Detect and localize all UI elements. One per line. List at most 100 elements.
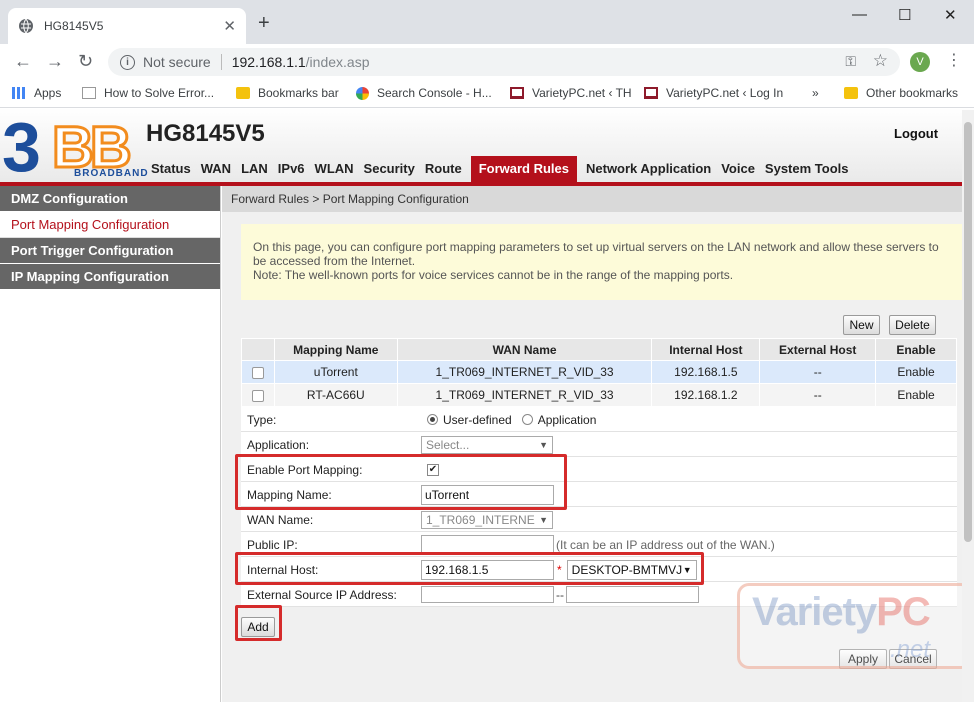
notice-note: Note: The well-known ports for voice ser…	[253, 268, 734, 282]
varietypc-watermark: VarietyPC .net	[737, 583, 973, 669]
cell-enable: Enable	[875, 383, 957, 407]
page-scrollbar[interactable]	[962, 110, 974, 702]
external-source-label: External Source IP Address:	[247, 588, 397, 602]
external-source-start-input[interactable]	[421, 586, 554, 603]
nav-forward-rules[interactable]: Forward Rules	[470, 156, 577, 182]
nav-lan[interactable]: LAN	[236, 156, 273, 182]
bookmark-other[interactable]: Other bookmarks	[844, 86, 958, 100]
wan-name-field: 1_TR069_INTERNE ▼	[421, 509, 553, 530]
table-row[interactable]: uTorrent 1_TR069_INTERNET_R_VID_33 192.1…	[241, 360, 957, 384]
address-bar[interactable]: i Not secure 192.168.1.1/index.asp ⚿ ☆	[108, 48, 900, 76]
row-checkbox[interactable]	[251, 389, 264, 402]
url-path: /index.asp	[305, 54, 370, 70]
reload-icon[interactable]: ↻	[78, 51, 93, 71]
application-select[interactable]: Select... ▼	[421, 435, 553, 454]
radio-application[interactable]	[521, 414, 533, 425]
tab-title: HG8145V5	[44, 19, 104, 33]
bookmark-how-to-solve[interactable]: How to Solve Error...	[82, 86, 214, 100]
info-icon[interactable]: i	[120, 54, 135, 70]
sidebar-item-port-trigger[interactable]: Port Trigger Configuration	[0, 238, 220, 264]
external-source-end-input[interactable]	[566, 586, 699, 603]
minimize-icon[interactable]: —	[852, 6, 867, 23]
window-close-icon[interactable]: ✕	[944, 6, 957, 24]
nav-security[interactable]: Security	[359, 156, 420, 182]
google-icon	[356, 86, 369, 100]
sidebar-item-dmz[interactable]: DMZ Configuration	[0, 186, 220, 212]
row-checkbox[interactable]	[251, 366, 264, 379]
sidebar-item-port-mapping[interactable]: Port Mapping Configuration	[0, 212, 220, 238]
wan-name-select[interactable]: 1_TR069_INTERNE ▼	[421, 510, 553, 529]
external-source-field: --	[421, 584, 699, 605]
delete-button[interactable]: Delete	[889, 315, 936, 335]
browser-tab[interactable]: HG8145V5 ✕	[8, 8, 246, 44]
cell-external-host: --	[759, 360, 877, 384]
enable-field: ✔	[427, 459, 439, 480]
sidebar-item-ip-mapping[interactable]: IP Mapping Configuration	[0, 264, 220, 290]
watermark-pc: PC	[876, 590, 931, 634]
col-header-external-host: External Host	[759, 338, 877, 361]
bookmark-search-console[interactable]: Search Console - H...	[356, 86, 492, 100]
folder-icon	[844, 87, 858, 99]
profile-avatar[interactable]: V	[910, 52, 930, 72]
wan-name-label: WAN Name:	[247, 513, 314, 527]
nav-route[interactable]: Route	[420, 156, 467, 182]
watermark-net: .net	[890, 636, 931, 663]
key-icon[interactable]: ⚿	[845, 53, 856, 70]
nav-network-application[interactable]: Network Application	[581, 156, 716, 182]
bookmark-label: VarietyPC.net ‹ TH	[532, 86, 632, 100]
nav-status[interactable]: Status	[146, 156, 196, 182]
scrollbar-thumb[interactable]	[964, 122, 972, 542]
table-header-row: Mapping Name WAN Name Internal Host Exte…	[241, 338, 957, 361]
new-button[interactable]: New	[843, 315, 880, 335]
apps-grid-icon	[12, 87, 26, 99]
new-tab-button[interactable]: +	[258, 13, 270, 33]
application-label: Application:	[247, 438, 310, 452]
table-row[interactable]: RT-AC66U 1_TR069_INTERNET_R_VID_33 192.1…	[241, 383, 957, 407]
maximize-icon[interactable]: ☐	[898, 6, 911, 24]
cell-wan-name: 1_TR069_INTERNET_R_VID_33	[396, 383, 653, 407]
main-navigation: Status WAN LAN IPv6 WLAN Security Route …	[146, 156, 853, 182]
omnibox-separator	[220, 54, 222, 70]
security-label: Not secure	[143, 54, 211, 70]
breadcrumb: Forward Rules > Port Mapping Configurati…	[222, 186, 974, 212]
bookmark-bookmarks-bar[interactable]: Bookmarks bar	[236, 86, 339, 100]
radio-user-defined[interactable]	[427, 414, 438, 425]
internal-host-input[interactable]: 192.168.1.5	[421, 559, 554, 580]
enable-port-mapping-checkbox[interactable]: ✔	[427, 463, 439, 476]
nav-ipv6[interactable]: IPv6	[273, 156, 310, 182]
back-arrow-icon[interactable]: ←	[14, 51, 32, 71]
laptop-icon	[510, 87, 524, 99]
bookmark-apps[interactable]: Apps	[12, 86, 61, 100]
nav-system-tools[interactable]: System Tools	[760, 156, 854, 182]
bookmark-varietypc-login[interactable]: VarietyPC.net ‹ Log In	[644, 86, 783, 100]
public-ip-input[interactable]	[421, 534, 554, 555]
bookmark-varietypc-th[interactable]: VarietyPC.net ‹ TH	[510, 86, 632, 100]
sidebar: DMZ Configuration Port Mapping Configura…	[0, 186, 221, 702]
logo-tagline: BROADBAND	[74, 168, 149, 179]
logout-link[interactable]: Logout	[894, 126, 938, 141]
menu-dots-icon[interactable]: ⋮	[946, 53, 962, 69]
star-icon[interactable]: ☆	[873, 51, 888, 71]
nav-voice[interactable]: Voice	[716, 156, 760, 182]
mapping-name-row: Mapping Name: uTorrent	[241, 482, 957, 507]
application-placeholder: Select...	[426, 437, 470, 452]
browser-toolbar: ← → ↻ i Not secure 192.168.1.1/index.asp…	[0, 44, 974, 78]
wan-name-row: WAN Name: 1_TR069_INTERNE ▼	[241, 507, 957, 532]
port-mapping-table: Mapping Name WAN Name Internal Host Exte…	[241, 338, 957, 407]
nav-wan[interactable]: WAN	[196, 156, 236, 182]
more-bookmarks-icon[interactable]: »	[812, 86, 819, 100]
col-header-enable: Enable	[875, 338, 957, 361]
chevron-down-icon: ▼	[682, 564, 692, 575]
add-button[interactable]: Add	[241, 617, 275, 637]
internal-host-device-select[interactable]: DESKTOP-BMTMVJ ▼	[566, 559, 697, 580]
close-tab-icon[interactable]: ✕	[223, 17, 236, 35]
cell-internal-host: 192.168.1.5	[651, 360, 761, 384]
public-ip-field: (It can be an IP address out of the WAN.…	[421, 534, 775, 555]
nav-wlan[interactable]: WLAN	[310, 156, 359, 182]
col-header-internal-host: Internal Host	[651, 338, 761, 361]
forward-arrow-icon[interactable]: →	[46, 51, 64, 71]
radio-user-defined-label: User-defined	[443, 412, 512, 427]
device-model-title: HG8145V5	[146, 120, 265, 147]
mapping-name-input[interactable]: uTorrent	[421, 484, 554, 505]
bookmark-label: Apps	[34, 86, 62, 100]
